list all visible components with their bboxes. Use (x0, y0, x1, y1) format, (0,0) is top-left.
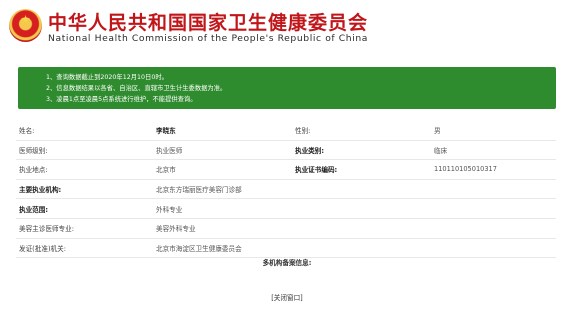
scope-label: 执业范围: (16, 198, 153, 219)
org-value: 北京东方瑞丽医疗美容门诊部 (153, 179, 556, 200)
level-label: 医师级别: (16, 140, 153, 161)
doctor-info-table: 姓名: 李晓东 性别: 男 医师级别: 执业医师 执业类别: 临床 执业地点: … (16, 121, 556, 259)
level-value: 执业医师 (153, 140, 292, 161)
gender-value: 男 (431, 121, 556, 141)
close-window-link[interactable]: [关闭窗口] (0, 292, 574, 302)
category-label: 执业类别: (292, 140, 431, 161)
gender-label: 性别: (292, 121, 431, 141)
table-row: 发证(批准)机关: 北京市海淀区卫生健康委员会 (16, 238, 556, 259)
name-value: 李晓东 (153, 121, 292, 141)
scope-value: 外科专业 (153, 198, 556, 219)
site-header: 中华人民共和国国家卫生健康委员会 National Health Commiss… (0, 0, 574, 58)
notice-line: 3、凌晨1点至凌晨5点系统进行维护，不能提供查询。 (46, 96, 197, 103)
table-row: 美容主诊医师专业: 美容外科专业 (16, 218, 556, 239)
multi-org-title: 多机构备案信息: (262, 259, 312, 267)
authority-label: 发证(批准)机关: (16, 238, 153, 259)
table-row: 医师级别: 执业医师 执业类别: 临床 (16, 140, 556, 161)
table-row: 姓名: 李晓东 性别: 男 (16, 121, 556, 141)
org-label: 主要执业机构: (16, 179, 153, 200)
notice-banner: 1、查询数据截止到2020年12月10日0时。 2、信息数据结果以各省、自治区、… (18, 67, 556, 109)
cosmetic-label: 美容主诊医师专业: (16, 218, 153, 239)
location-value: 北京市 (153, 159, 292, 180)
table-row: 主要执业机构: 北京东方瑞丽医疗美容门诊部 (16, 179, 556, 200)
table-row: 执业范围: 外科专业 (16, 198, 556, 219)
national-emblem-icon (9, 9, 42, 42)
cert-value: 110110105010317 (431, 159, 556, 180)
notice-line: 2、信息数据结果以各省、自治区、直辖市卫生计生委数据为准。 (46, 85, 227, 92)
name-label: 姓名: (16, 121, 153, 141)
location-label: 执业地点: (16, 159, 153, 180)
authority-value: 北京市海淀区卫生健康委员会 (153, 238, 556, 259)
site-subtitle-english: National Health Commission of the People… (48, 33, 369, 44)
category-value: 临床 (431, 140, 556, 161)
site-title: 中华人民共和国国家卫生健康委员会 (48, 12, 369, 34)
table-row: 执业地点: 北京市 执业证书编码: 110110105010317 (16, 159, 556, 180)
cosmetic-value: 美容外科专业 (153, 218, 556, 239)
notice-line: 1、查询数据截止到2020年12月10日0时。 (46, 74, 168, 81)
cert-label: 执业证书编码: (292, 159, 431, 180)
